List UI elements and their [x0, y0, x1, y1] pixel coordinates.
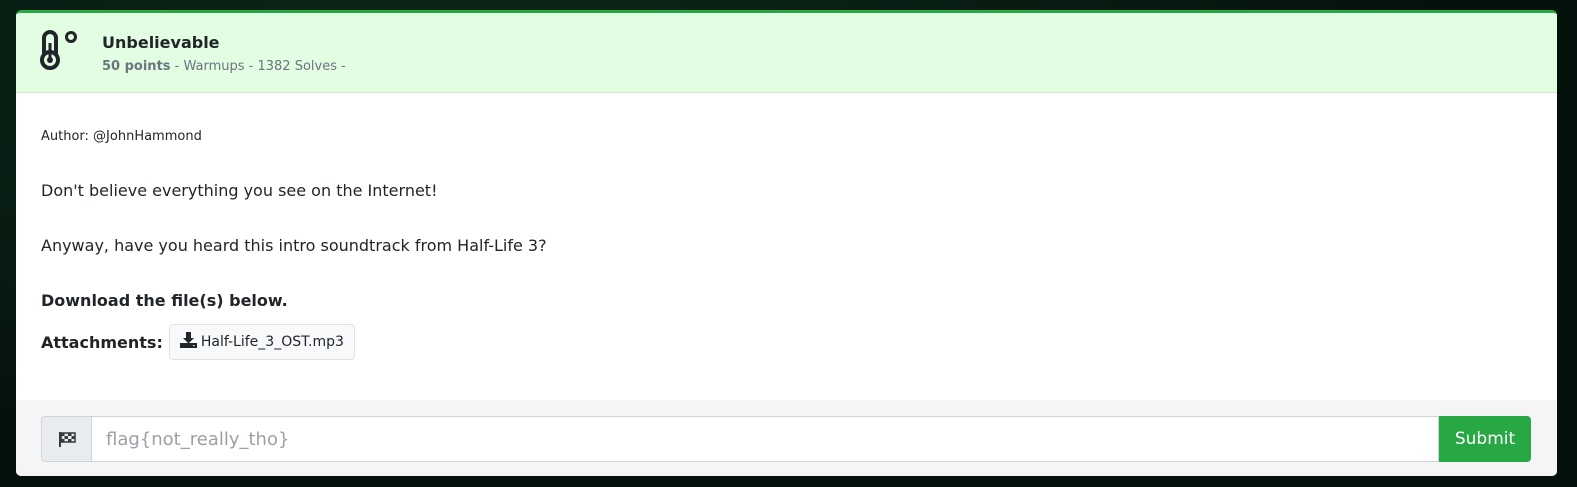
download-icon [179, 332, 197, 352]
challenge-title: Unbelievable [102, 33, 220, 52]
challenge-meta: 50 points - Warmups - 1382 Solves - [102, 59, 346, 74]
description-line-2: Anyway, have you heard this intro soundt… [41, 236, 547, 255]
flag-input-group: Submit [41, 416, 1531, 462]
author-text: Author: @JohnHammond [41, 129, 202, 144]
attachments-label: Attachments: [41, 332, 163, 352]
flag-input[interactable] [92, 416, 1439, 462]
attachments-row: Attachments: Half-Life_3_OST.mp3 [41, 324, 1532, 360]
challenge-description: Author: @JohnHammond Don't believe every… [16, 129, 1557, 360]
attachment-link[interactable]: Half-Life_3_OST.mp3 [168, 324, 355, 360]
flag-form: Submit [16, 400, 1557, 476]
attachment-name: Half-Life_3_OST.mp3 [200, 334, 344, 350]
thermometer-icon [38, 29, 80, 75]
checkered-flag-icon [41, 416, 92, 462]
challenge-card: Unbelievable 50 points - Warmups - 1382 … [16, 10, 1557, 476]
challenge-header: Unbelievable 50 points - Warmups - 1382 … [16, 13, 1557, 93]
challenge-category-solves: - Warmups - 1382 Solves - [170, 59, 346, 74]
submit-button[interactable]: Submit [1439, 416, 1531, 462]
description-line-1: Don't believe everything you see on the … [41, 181, 438, 200]
download-note: Download the file(s) below. [41, 291, 288, 310]
challenge-points: 50 points [102, 59, 171, 74]
